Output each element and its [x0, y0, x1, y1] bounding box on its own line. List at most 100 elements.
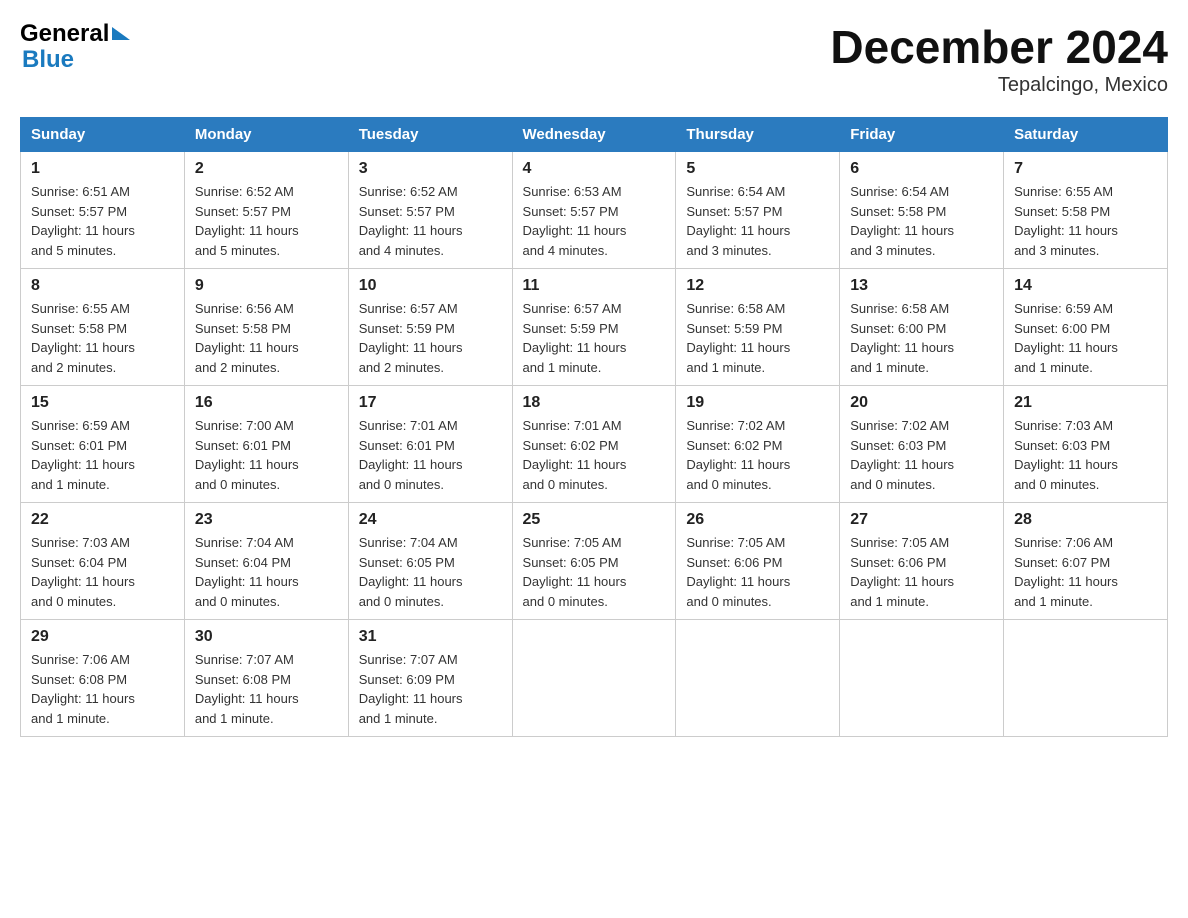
calendar-cell: [512, 620, 676, 737]
day-number: 4: [523, 160, 666, 178]
day-info: Sunrise: 6:51 AMSunset: 5:57 PMDaylight:…: [31, 184, 135, 258]
page-header: General Blue December 2024 Tepalcingo, M…: [20, 20, 1168, 97]
day-number: 22: [31, 511, 174, 529]
calendar-cell: 5 Sunrise: 6:54 AMSunset: 5:57 PMDaylight…: [676, 152, 840, 269]
day-info: Sunrise: 6:53 AMSunset: 5:57 PMDaylight:…: [523, 184, 627, 258]
day-info: Sunrise: 6:57 AMSunset: 5:59 PMDaylight:…: [359, 301, 463, 375]
calendar-cell: 17 Sunrise: 7:01 AMSunset: 6:01 PMDayligh…: [348, 386, 512, 503]
day-info: Sunrise: 6:54 AMSunset: 5:57 PMDaylight:…: [686, 184, 790, 258]
calendar-cell: 26Sunrise: 7:05 AMSunset: 6:06 PMDayligh…: [676, 503, 840, 620]
calendar-week-5: 29 Sunrise: 7:06 AMSunset: 6:08 PMDayligh…: [21, 620, 1168, 737]
calendar-cell: 10 Sunrise: 6:57 AMSunset: 5:59 PMDayligh…: [348, 269, 512, 386]
day-number: 3: [359, 160, 502, 178]
calendar-week-4: 22 Sunrise: 7:03 AMSunset: 6:04 PMDayligh…: [21, 503, 1168, 620]
day-number: 30: [195, 628, 338, 646]
calendar-cell: 8Sunrise: 6:55 AMSunset: 5:58 PMDaylight…: [21, 269, 185, 386]
day-info: Sunrise: 6:56 AMSunset: 5:58 PMDaylight:…: [195, 301, 299, 375]
day-info: Sunrise: 7:01 AMSunset: 6:02 PMDaylight:…: [523, 418, 627, 492]
day-number: 21: [1014, 394, 1157, 412]
calendar-cell: 14Sunrise: 6:59 AMSunset: 6:00 PMDayligh…: [1004, 269, 1168, 386]
day-number: 1: [31, 160, 174, 178]
calendar-week-2: 8Sunrise: 6:55 AMSunset: 5:58 PMDaylight…: [21, 269, 1168, 386]
day-number: 6: [850, 160, 993, 178]
calendar-cell: 21Sunrise: 7:03 AMSunset: 6:03 PMDayligh…: [1004, 386, 1168, 503]
calendar-cell: 4 Sunrise: 6:53 AMSunset: 5:57 PMDaylight…: [512, 152, 676, 269]
day-header-tuesday: Tuesday: [348, 118, 512, 152]
calendar-title: December 2024: [830, 20, 1168, 74]
calendar-cell: 22 Sunrise: 7:03 AMSunset: 6:04 PMDayligh…: [21, 503, 185, 620]
calendar-cell: 31 Sunrise: 7:07 AMSunset: 6:09 PMDayligh…: [348, 620, 512, 737]
day-number: 14: [1014, 277, 1157, 295]
day-info: Sunrise: 7:01 AMSunset: 6:01 PMDaylight:…: [359, 418, 463, 492]
calendar-cell: 15Sunrise: 6:59 AMSunset: 6:01 PMDayligh…: [21, 386, 185, 503]
calendar-week-3: 15Sunrise: 6:59 AMSunset: 6:01 PMDayligh…: [21, 386, 1168, 503]
calendar-cell: 2 Sunrise: 6:52 AMSunset: 5:57 PMDaylight…: [184, 152, 348, 269]
calendar-cell: 13 Sunrise: 6:58 AMSunset: 6:00 PMDayligh…: [840, 269, 1004, 386]
day-number: 20: [850, 394, 993, 412]
day-number: 27: [850, 511, 993, 529]
calendar-cell: 7 Sunrise: 6:55 AMSunset: 5:58 PMDaylight…: [1004, 152, 1168, 269]
day-number: 11: [523, 277, 666, 295]
calendar-cell: 9 Sunrise: 6:56 AMSunset: 5:58 PMDaylight…: [184, 269, 348, 386]
day-number: 17: [359, 394, 502, 412]
calendar-cell: 27 Sunrise: 7:05 AMSunset: 6:06 PMDayligh…: [840, 503, 1004, 620]
calendar-cell: 20Sunrise: 7:02 AMSunset: 6:03 PMDayligh…: [840, 386, 1004, 503]
day-info: Sunrise: 6:55 AMSunset: 5:58 PMDaylight:…: [1014, 184, 1118, 258]
day-number: 9: [195, 277, 338, 295]
calendar-cell: 11 Sunrise: 6:57 AMSunset: 5:59 PMDayligh…: [512, 269, 676, 386]
logo-general-text: General: [20, 20, 109, 48]
day-number: 16: [195, 394, 338, 412]
day-info: Sunrise: 7:05 AMSunset: 6:05 PMDaylight:…: [523, 535, 627, 609]
calendar-cell: [840, 620, 1004, 737]
day-number: 5: [686, 160, 829, 178]
day-number: 7: [1014, 160, 1157, 178]
logo: General Blue: [20, 20, 130, 74]
title-section: December 2024 Tepalcingo, Mexico: [830, 20, 1168, 97]
calendar-subtitle: Tepalcingo, Mexico: [830, 74, 1168, 97]
calendar-cell: 25 Sunrise: 7:05 AMSunset: 6:05 PMDayligh…: [512, 503, 676, 620]
day-number: 12: [686, 277, 829, 295]
day-info: Sunrise: 6:52 AMSunset: 5:57 PMDaylight:…: [195, 184, 299, 258]
calendar-cell: 30 Sunrise: 7:07 AMSunset: 6:08 PMDayligh…: [184, 620, 348, 737]
day-info: Sunrise: 7:02 AMSunset: 6:02 PMDaylight:…: [686, 418, 790, 492]
day-number: 26: [686, 511, 829, 529]
day-header-wednesday: Wednesday: [512, 118, 676, 152]
day-header-friday: Friday: [840, 118, 1004, 152]
day-number: 31: [359, 628, 502, 646]
day-number: 13: [850, 277, 993, 295]
day-number: 24: [359, 511, 502, 529]
day-number: 10: [359, 277, 502, 295]
day-info: Sunrise: 7:07 AMSunset: 6:09 PMDaylight:…: [359, 652, 463, 726]
day-number: 29: [31, 628, 174, 646]
day-number: 28: [1014, 511, 1157, 529]
day-info: Sunrise: 6:52 AMSunset: 5:57 PMDaylight:…: [359, 184, 463, 258]
day-number: 2: [195, 160, 338, 178]
day-number: 8: [31, 277, 174, 295]
day-info: Sunrise: 7:04 AMSunset: 6:04 PMDaylight:…: [195, 535, 299, 609]
day-info: Sunrise: 6:58 AMSunset: 6:00 PMDaylight:…: [850, 301, 954, 375]
day-number: 18: [523, 394, 666, 412]
calendar-cell: 24 Sunrise: 7:04 AMSunset: 6:05 PMDayligh…: [348, 503, 512, 620]
day-info: Sunrise: 7:07 AMSunset: 6:08 PMDaylight:…: [195, 652, 299, 726]
day-number: 15: [31, 394, 174, 412]
calendar-cell: [676, 620, 840, 737]
day-header-monday: Monday: [184, 118, 348, 152]
day-header-sunday: Sunday: [21, 118, 185, 152]
day-number: 25: [523, 511, 666, 529]
calendar-cell: 1 Sunrise: 6:51 AMSunset: 5:57 PMDaylight…: [21, 152, 185, 269]
calendar-cell: 19Sunrise: 7:02 AMSunset: 6:02 PMDayligh…: [676, 386, 840, 503]
calendar-cell: 3 Sunrise: 6:52 AMSunset: 5:57 PMDaylight…: [348, 152, 512, 269]
calendar-table: SundayMondayTuesdayWednesdayThursdayFrid…: [20, 117, 1168, 737]
calendar-cell: 6Sunrise: 6:54 AMSunset: 5:58 PMDaylight…: [840, 152, 1004, 269]
day-info: Sunrise: 7:04 AMSunset: 6:05 PMDaylight:…: [359, 535, 463, 609]
day-info: Sunrise: 7:05 AMSunset: 6:06 PMDaylight:…: [850, 535, 954, 609]
day-info: Sunrise: 6:58 AMSunset: 5:59 PMDaylight:…: [686, 301, 790, 375]
day-info: Sunrise: 6:57 AMSunset: 5:59 PMDaylight:…: [523, 301, 627, 375]
calendar-cell: 18 Sunrise: 7:01 AMSunset: 6:02 PMDayligh…: [512, 386, 676, 503]
day-info: Sunrise: 7:06 AMSunset: 6:08 PMDaylight:…: [31, 652, 135, 726]
calendar-cell: 28Sunrise: 7:06 AMSunset: 6:07 PMDayligh…: [1004, 503, 1168, 620]
calendar-cell: 23Sunrise: 7:04 AMSunset: 6:04 PMDayligh…: [184, 503, 348, 620]
calendar-header-row: SundayMondayTuesdayWednesdayThursdayFrid…: [21, 118, 1168, 152]
day-info: Sunrise: 7:03 AMSunset: 6:04 PMDaylight:…: [31, 535, 135, 609]
calendar-cell: 29 Sunrise: 7:06 AMSunset: 6:08 PMDayligh…: [21, 620, 185, 737]
